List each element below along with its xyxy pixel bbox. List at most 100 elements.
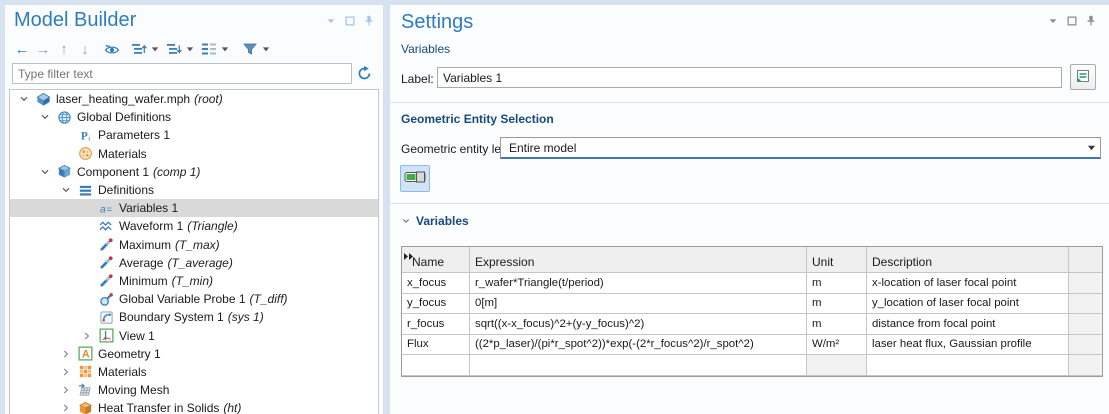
tree-item-variables-1[interactable]: a= Variables 1: [10, 199, 378, 217]
section-chevron-expanded-icon[interactable]: [399, 214, 413, 228]
chevron-expanded-icon[interactable]: [16, 91, 32, 107]
tree-item-component-1[interactable]: Component 1 (comp 1): [10, 163, 378, 181]
filter-input[interactable]: [12, 63, 352, 84]
cell-unit[interactable]: m: [807, 314, 867, 335]
cell-name[interactable]: y_focus: [402, 294, 470, 315]
tree-item-minimum[interactable]: Minimum (T_min): [10, 272, 378, 290]
column-header-description: Description: [867, 247, 1069, 273]
tree-item-moving-mesh[interactable]: Moving Mesh: [10, 381, 378, 399]
cell-expression[interactable]: 0[m]: [470, 294, 807, 315]
geometry-icon: A: [77, 346, 93, 362]
model-root-icon: [35, 91, 51, 107]
tree-item-materials-global[interactable]: Materials: [10, 145, 378, 163]
pin-icon[interactable]: [363, 14, 375, 27]
globe-icon: [56, 109, 72, 125]
cell-extra: [1069, 294, 1102, 315]
chevron-expanded-icon[interactable]: [58, 182, 74, 198]
collapse-all-dropdown-caret[interactable]: [185, 39, 195, 59]
chevron-collapsed-icon[interactable]: [58, 382, 74, 398]
section-header-variables[interactable]: Variables: [399, 214, 469, 228]
cell-unit[interactable]: m: [807, 294, 867, 315]
svg-text:A: A: [81, 349, 89, 361]
filter-icon[interactable]: [240, 39, 260, 59]
cell-unit[interactable]: W/m²: [807, 335, 867, 356]
model-builder-title: Model Builder: [14, 9, 136, 32]
tree-item-root[interactable]: laser_heating_wafer.mph (root): [10, 90, 378, 108]
show-visibility-icon[interactable]: [102, 39, 122, 59]
cell-name[interactable]: x_focus: [402, 273, 470, 294]
cell-description[interactable]: distance from focal point: [867, 314, 1069, 335]
tree-item-global-variable-probe-1[interactable]: Global Variable Probe 1 (T_diff): [10, 290, 378, 308]
cell-unit[interactable]: m: [807, 273, 867, 294]
component-icon: [56, 164, 72, 180]
go-back-icon[interactable]: ←: [12, 39, 32, 59]
section-title-variables: Variables: [416, 214, 469, 228]
tree-item-materials-component[interactable]: Materials: [10, 363, 378, 381]
tree-item-geometry-1[interactable]: A Geometry 1: [10, 345, 378, 363]
float-window-icon[interactable]: [344, 15, 356, 27]
tree-item-heat-transfer-in-solids[interactable]: Heat Transfer in Solids (ht): [10, 399, 378, 414]
tree-item-boundary-system-1[interactable]: Boundary System 1 (sys 1): [10, 308, 378, 326]
model-tree: laser_heating_wafer.mph (root) Global De…: [9, 89, 379, 414]
cell-extra: [1069, 314, 1102, 335]
label-input[interactable]: [437, 67, 1062, 88]
separator: [390, 203, 1109, 204]
active-toggle-icon: [404, 170, 426, 187]
cell-description[interactable]: x-location of laser focal point: [867, 273, 1069, 294]
materials-grid-icon: [77, 364, 93, 380]
cell-name[interactable]: [402, 355, 470, 376]
chevron-collapsed-icon[interactable]: [58, 364, 74, 380]
tree-item-parameters[interactable]: Pi Parameters 1: [10, 126, 378, 144]
chevron-expanded-icon[interactable]: [37, 109, 53, 125]
refresh-icon[interactable]: [352, 63, 376, 84]
filter-dropdown-caret[interactable]: [261, 39, 271, 59]
rename-button[interactable]: [1070, 64, 1096, 90]
table-row: r_focus sqrt((x-x_focus)^2+(y-y_focus)^2…: [402, 314, 1102, 335]
tree-item-view-1[interactable]: View 1: [10, 326, 378, 344]
cell-description[interactable]: laser heat flux, Gaussian profile: [867, 335, 1069, 356]
float-window-icon[interactable]: [1066, 15, 1078, 27]
cell-description[interactable]: y_location of laser focal point: [867, 294, 1069, 315]
tree-item-average[interactable]: Average (T_average): [10, 254, 378, 272]
chevron-collapsed-icon[interactable]: [58, 346, 74, 362]
cell-expression[interactable]: sqrt((x-x_focus)^2+(y-y_focus)^2): [470, 314, 807, 335]
go-forward-icon[interactable]: →: [33, 39, 53, 59]
cell-description[interactable]: [867, 355, 1069, 376]
filter-row: [12, 63, 376, 84]
chevron-collapsed-icon[interactable]: [79, 328, 95, 344]
model-tree-node-text-icon[interactable]: [199, 39, 219, 59]
tree-item-waveform-1[interactable]: Waveform 1 (Triangle): [10, 217, 378, 235]
tree-item-global-definitions[interactable]: Global Definitions: [10, 108, 378, 126]
expand-all-dropdown-caret[interactable]: [150, 39, 160, 59]
settings-panel: Settings Variables Label: Geometric Enti…: [390, 5, 1109, 414]
cell-expression[interactable]: ((2*p_laser)/(pi*r_spot^2))*exp(-(2*r_fo…: [470, 335, 807, 356]
chevron-down-icon[interactable]: [325, 15, 337, 27]
cell-name[interactable]: r_focus: [402, 314, 470, 335]
chevron-collapsed-icon[interactable]: [58, 400, 74, 414]
cell-expression[interactable]: r_wafer*Triangle(t/period): [470, 273, 807, 294]
model-tree-node-text-dropdown-caret[interactable]: [220, 39, 230, 59]
boundary-system-icon: [98, 309, 114, 325]
svg-text:P: P: [80, 131, 87, 143]
tree-item-maximum[interactable]: Maximum (T_max): [10, 236, 378, 254]
move-up-icon[interactable]: ↑: [54, 39, 74, 59]
cell-unit[interactable]: [807, 355, 867, 376]
cell-expression[interactable]: [470, 355, 807, 376]
expand-all-icon[interactable]: [129, 39, 149, 59]
tree-item-definitions[interactable]: Definitions: [10, 181, 378, 199]
model-builder-window-controls: [325, 14, 375, 27]
geometric-entity-level-value: Entire model: [501, 141, 1082, 155]
variables-icon: a=: [98, 200, 114, 216]
column-header-extra: [1069, 247, 1102, 273]
active-toggle-button[interactable]: [400, 165, 430, 192]
probe-icon: [98, 237, 114, 253]
cell-name[interactable]: Flux: [402, 335, 470, 356]
table-row-empty: [402, 355, 1102, 376]
svg-text:i: i: [88, 134, 90, 143]
chevron-expanded-icon[interactable]: [37, 164, 53, 180]
collapse-all-icon[interactable]: [164, 39, 184, 59]
chevron-down-icon[interactable]: [1047, 15, 1059, 27]
move-down-icon[interactable]: ↓: [75, 39, 95, 59]
geometric-entity-level-select[interactable]: Entire model: [500, 137, 1101, 159]
pin-icon[interactable]: [1085, 14, 1097, 27]
